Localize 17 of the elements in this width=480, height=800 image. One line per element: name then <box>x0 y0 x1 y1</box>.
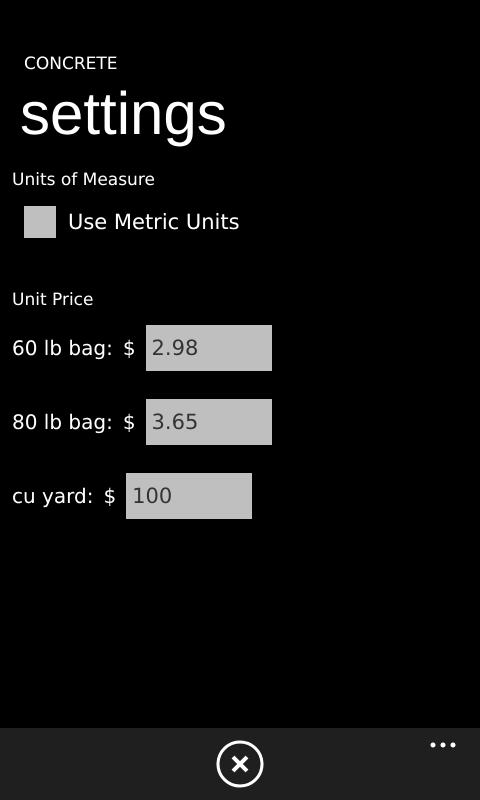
checkbox[interactable] <box>24 206 56 238</box>
price-field[interactable]: 100 <box>126 473 252 519</box>
field-label: 80 lb bag: <box>12 410 113 434</box>
checkbox-label[interactable]: Use Metric Units <box>68 210 240 234</box>
section-heading: Units of Measure <box>12 170 156 190</box>
currency-symbol: $ <box>103 484 116 508</box>
more-icon[interactable] <box>430 742 456 748</box>
currency-symbol: $ <box>122 336 136 360</box>
cancel-icon[interactable] <box>216 740 264 788</box>
price-field[interactable]: 3.65 <box>146 399 272 445</box>
field-label: 60 lb bag: <box>12 336 113 360</box>
page-title: settings <box>20 79 228 149</box>
currency-symbol: $ <box>122 410 136 434</box>
section-heading: Unit Price <box>12 290 94 310</box>
app-title: CONCRETE <box>24 54 119 74</box>
field-label: cu yard: <box>12 484 94 508</box>
price-field[interactable]: 2.98 <box>146 325 272 371</box>
